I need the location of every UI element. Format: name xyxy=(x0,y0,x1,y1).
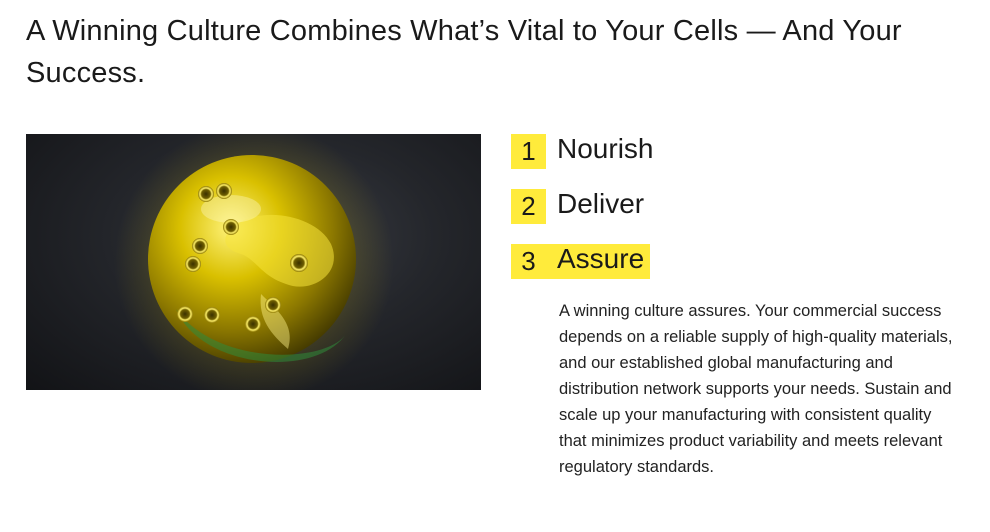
step-label: Assure xyxy=(546,244,651,279)
step-deliver[interactable]: 2 Deliver xyxy=(511,189,644,224)
step-label: Deliver xyxy=(557,188,645,219)
step-number: 3 xyxy=(511,244,546,279)
step-number: 2 xyxy=(511,189,546,224)
sphere-illustration xyxy=(114,134,394,390)
step-description: A winning culture assures. Your commerci… xyxy=(559,302,953,476)
step-nourish[interactable]: 1 Nourish xyxy=(511,134,653,169)
page-title: A Winning Culture Combines What’s Vital … xyxy=(26,15,902,89)
step-number: 1 xyxy=(511,134,546,169)
golden-sphere-image xyxy=(26,134,481,390)
step-assure[interactable]: 3 Assure xyxy=(511,244,651,279)
step-label: Nourish xyxy=(557,133,654,164)
